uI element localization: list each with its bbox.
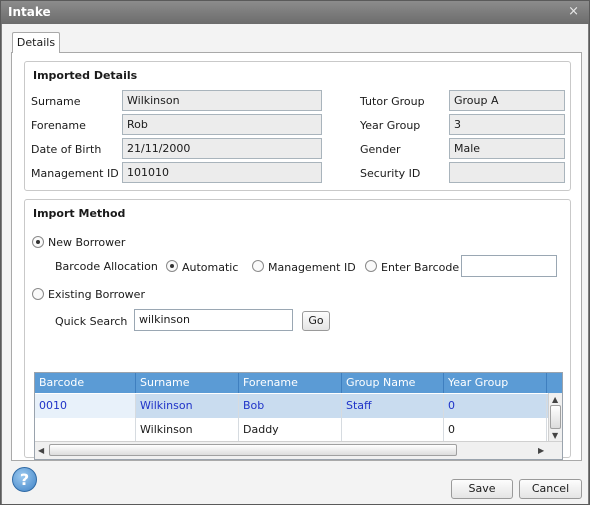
dob-field: 21/11/2000 bbox=[122, 138, 322, 159]
management-id-label: Management ID bbox=[31, 167, 119, 180]
row-surname: Wilkinson bbox=[136, 394, 239, 418]
security-id-label: Security ID bbox=[360, 167, 421, 180]
help-icon[interactable]: ? bbox=[12, 467, 37, 492]
tutor-group-label: Tutor Group bbox=[360, 95, 425, 108]
title-bar: Intake × bbox=[1, 1, 589, 24]
row-barcode: 0010 bbox=[35, 394, 136, 418]
automatic-radio[interactable] bbox=[166, 260, 178, 272]
enter-barcode-radio[interactable] bbox=[365, 260, 377, 272]
intake-window: Intake × Details Imported Details Surnam… bbox=[0, 0, 590, 505]
barcode-allocation-label: Barcode Allocation bbox=[55, 260, 158, 273]
barcode-input[interactable] bbox=[461, 255, 557, 277]
col-group-name[interactable]: Group Name bbox=[342, 373, 444, 393]
vertical-scroll-thumb[interactable] bbox=[550, 405, 561, 429]
new-borrower-label[interactable]: New Borrower bbox=[48, 236, 125, 249]
scroll-left-icon[interactable]: ◀ bbox=[38, 446, 44, 455]
col-forename[interactable]: Forename bbox=[239, 373, 342, 393]
quick-search-label: Quick Search bbox=[55, 315, 128, 328]
scroll-right-icon[interactable]: ▶ bbox=[538, 446, 544, 455]
close-icon[interactable]: × bbox=[568, 4, 579, 19]
grid-header: Barcode Surname Forename Group Name Year… bbox=[35, 373, 562, 393]
forename-field: Rob bbox=[122, 114, 322, 135]
col-year-group[interactable]: Year Group bbox=[444, 373, 547, 393]
row-year: 0 bbox=[444, 418, 547, 442]
dob-label: Date of Birth bbox=[31, 143, 102, 156]
enter-barcode-label[interactable]: Enter Barcode bbox=[381, 261, 459, 274]
row-group: Staff bbox=[342, 394, 444, 418]
results-grid: Barcode Surname Forename Group Name Year… bbox=[34, 372, 563, 460]
management-id-option-label[interactable]: Management ID bbox=[268, 261, 356, 274]
forename-label: Forename bbox=[31, 119, 86, 132]
scroll-up-icon[interactable]: ▲ bbox=[552, 395, 558, 404]
existing-borrower-radio[interactable] bbox=[32, 288, 44, 300]
row-year: 0 bbox=[444, 394, 547, 418]
year-group-field: 3 bbox=[449, 114, 565, 135]
col-barcode[interactable]: Barcode bbox=[35, 373, 136, 393]
save-button[interactable]: Save bbox=[451, 479, 513, 499]
surname-field: Wilkinson bbox=[122, 90, 322, 111]
automatic-label[interactable]: Automatic bbox=[182, 261, 238, 274]
row-surname: Wilkinson bbox=[136, 418, 239, 442]
gender-label: Gender bbox=[360, 143, 401, 156]
scroll-down-icon[interactable]: ▼ bbox=[552, 431, 558, 440]
imported-details-title: Imported Details bbox=[33, 69, 138, 82]
quick-search-input[interactable]: wilkinson bbox=[134, 309, 293, 331]
row-forename: Bob bbox=[239, 394, 342, 418]
existing-borrower-label[interactable]: Existing Borrower bbox=[48, 288, 145, 301]
import-method-title: Import Method bbox=[33, 207, 126, 220]
horizontal-scrollbar[interactable]: ◀ ▶ bbox=[35, 441, 562, 459]
security-id-field bbox=[449, 162, 565, 183]
table-row[interactable]: 0010 Wilkinson Bob Staff 0 bbox=[35, 394, 550, 418]
surname-label: Surname bbox=[31, 95, 81, 108]
table-row[interactable]: Wilkinson Daddy 0 bbox=[35, 418, 550, 442]
dialog-body: Details Imported Details Surname Wilkins… bbox=[2, 24, 588, 504]
gender-field: Male bbox=[449, 138, 565, 159]
cancel-button[interactable]: Cancel bbox=[519, 479, 582, 499]
row-forename: Daddy bbox=[239, 418, 342, 442]
new-borrower-radio[interactable] bbox=[32, 236, 44, 248]
horizontal-scroll-thumb[interactable] bbox=[49, 444, 457, 456]
tab-details[interactable]: Details bbox=[12, 32, 60, 53]
year-group-label: Year Group bbox=[360, 119, 421, 132]
window-title: Intake bbox=[8, 5, 51, 19]
management-id-radio[interactable] bbox=[252, 260, 264, 272]
go-button[interactable]: Go bbox=[302, 311, 330, 331]
management-id-field: 101010 bbox=[122, 162, 322, 183]
vertical-scrollbar[interactable]: ▲ ▼ bbox=[548, 393, 562, 441]
tutor-group-field: Group A bbox=[449, 90, 565, 111]
row-barcode bbox=[35, 418, 136, 442]
col-surname[interactable]: Surname bbox=[136, 373, 239, 393]
row-group bbox=[342, 418, 444, 442]
details-panel: Imported Details Surname Wilkinson Foren… bbox=[11, 52, 582, 461]
imported-details-group: Imported Details Surname Wilkinson Foren… bbox=[24, 61, 571, 191]
